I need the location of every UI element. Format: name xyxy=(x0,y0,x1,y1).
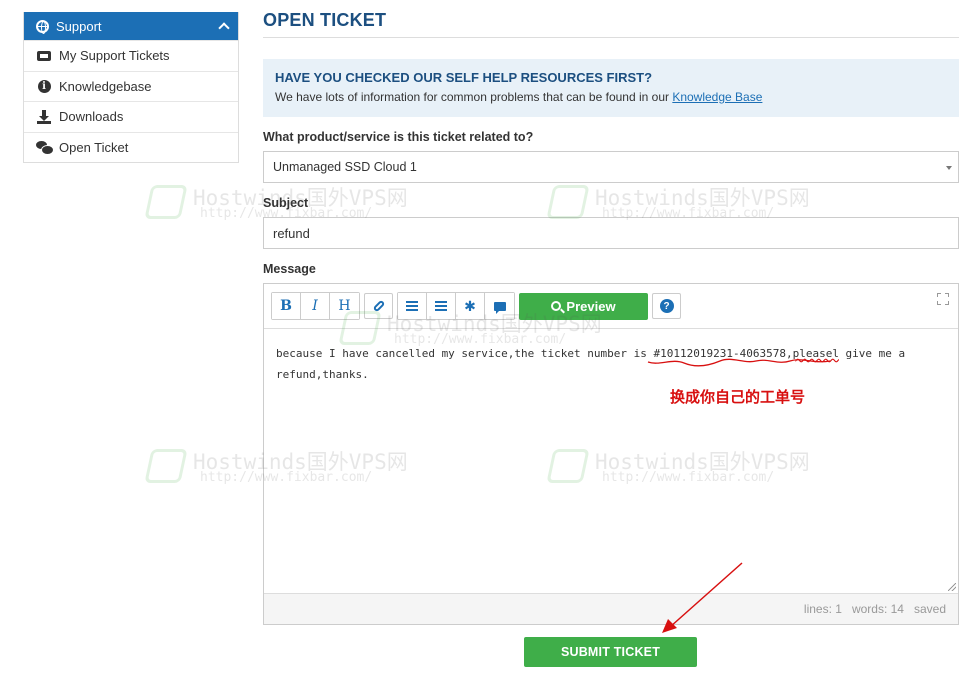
sidebar-header[interactable]: Support xyxy=(24,12,238,40)
open-ticket-form: OPEN TICKET HAVE YOU CHECKED OUR SELF HE… xyxy=(263,0,959,625)
product-select-value: Unmanaged SSD Cloud 1 xyxy=(273,160,417,174)
line-count: lines: 1 xyxy=(803,602,842,616)
info-icon: i xyxy=(36,79,52,93)
download-icon xyxy=(36,109,52,124)
message-label: Message xyxy=(263,262,316,276)
heading-button[interactable]: H xyxy=(330,293,359,319)
code-button[interactable]: ✱ xyxy=(456,293,485,319)
subject-input[interactable]: refund xyxy=(263,217,959,249)
sidebar-item-open-ticket[interactable]: Open Ticket xyxy=(24,131,238,163)
self-help-notice: HAVE YOU CHECKED OUR SELF HELP RESOURCES… xyxy=(263,59,959,117)
fullscreen-icon[interactable] xyxy=(937,293,949,305)
chevron-up-icon[interactable] xyxy=(218,22,230,34)
italic-button[interactable]: I xyxy=(301,293,330,319)
list-button-group: ✱ xyxy=(397,292,515,320)
help-button[interactable]: ? xyxy=(652,293,681,319)
search-icon xyxy=(551,301,562,311)
ticket-number: #10112019231-4063578 xyxy=(653,347,786,360)
message-editor: B I H ✱ Preview ? because I have cancell… xyxy=(263,283,959,625)
link-icon xyxy=(372,299,385,313)
product-select[interactable]: Unmanaged SSD Cloud 1 xyxy=(263,151,959,183)
sidebar-item-label: My Support Tickets xyxy=(59,48,170,64)
bold-button[interactable]: B xyxy=(272,293,301,319)
sidebar-header-title: Support xyxy=(56,18,102,34)
knowledge-base-link[interactable]: Knowledge Base xyxy=(672,90,762,104)
watermark-logo-icon xyxy=(144,449,188,483)
list-ol-icon xyxy=(435,301,447,311)
preview-button[interactable]: Preview xyxy=(519,292,648,320)
link-button[interactable] xyxy=(364,293,393,319)
resize-handle[interactable] xyxy=(948,583,956,591)
self-help-title: HAVE YOU CHECKED OUR SELF HELP RESOURCES… xyxy=(275,70,653,85)
comment-icon xyxy=(493,301,506,314)
message-text-part: , xyxy=(785,347,793,360)
sidebar-item-downloads[interactable]: Downloads xyxy=(24,101,238,132)
sidebar-item-my-support-tickets[interactable]: My Support Tickets xyxy=(24,40,238,71)
ordered-list-button[interactable] xyxy=(427,293,456,319)
self-help-text: We have lots of information for common p… xyxy=(275,90,947,104)
format-button-group: B I H xyxy=(271,292,360,320)
comments-icon xyxy=(36,140,54,156)
list-ul-icon xyxy=(406,301,418,311)
question-icon: ? xyxy=(659,299,674,313)
preview-button-label: Preview xyxy=(566,298,616,314)
watermark-logo-icon xyxy=(144,185,188,219)
message-textarea[interactable]: because I have cancelled my service,the … xyxy=(264,329,958,593)
sidebar-item-label: Downloads xyxy=(59,109,124,125)
word-count: words: 14 xyxy=(851,602,904,616)
ticket-icon xyxy=(36,49,52,63)
support-sidebar: Support My Support Tickets i Knowledgeba… xyxy=(23,12,239,163)
caret-down-icon xyxy=(946,166,952,170)
self-help-text-body: We have lots of information for common p… xyxy=(275,90,673,104)
asterisk-icon: ✱ xyxy=(464,297,476,314)
globe-icon xyxy=(36,19,49,34)
misspelled-word: pleasel xyxy=(792,347,839,360)
sidebar-item-knowledgebase[interactable]: i Knowledgebase xyxy=(24,70,238,102)
save-status: saved xyxy=(913,602,946,616)
quote-button[interactable] xyxy=(485,293,514,319)
message-text-part: because I have cancelled my service,the … xyxy=(276,347,654,360)
unordered-list-button[interactable] xyxy=(398,293,427,319)
annotation-note: 换成你自己的工单号 xyxy=(670,388,806,406)
subject-label: Subject xyxy=(263,196,309,210)
submit-ticket-button[interactable]: SUBMIT TICKET xyxy=(524,637,697,667)
title-divider xyxy=(263,37,959,38)
page-title: OPEN TICKET xyxy=(263,10,387,30)
editor-toolbar: B I H ✱ Preview ? xyxy=(264,284,958,329)
product-label: What product/service is this ticket rela… xyxy=(263,130,534,144)
editor-status-bar: lines: 1 words: 14 saved xyxy=(264,593,958,624)
subject-input-value: refund xyxy=(273,225,310,241)
sidebar-item-label: Knowledgebase xyxy=(59,78,152,94)
sidebar-item-label: Open Ticket xyxy=(59,139,129,155)
